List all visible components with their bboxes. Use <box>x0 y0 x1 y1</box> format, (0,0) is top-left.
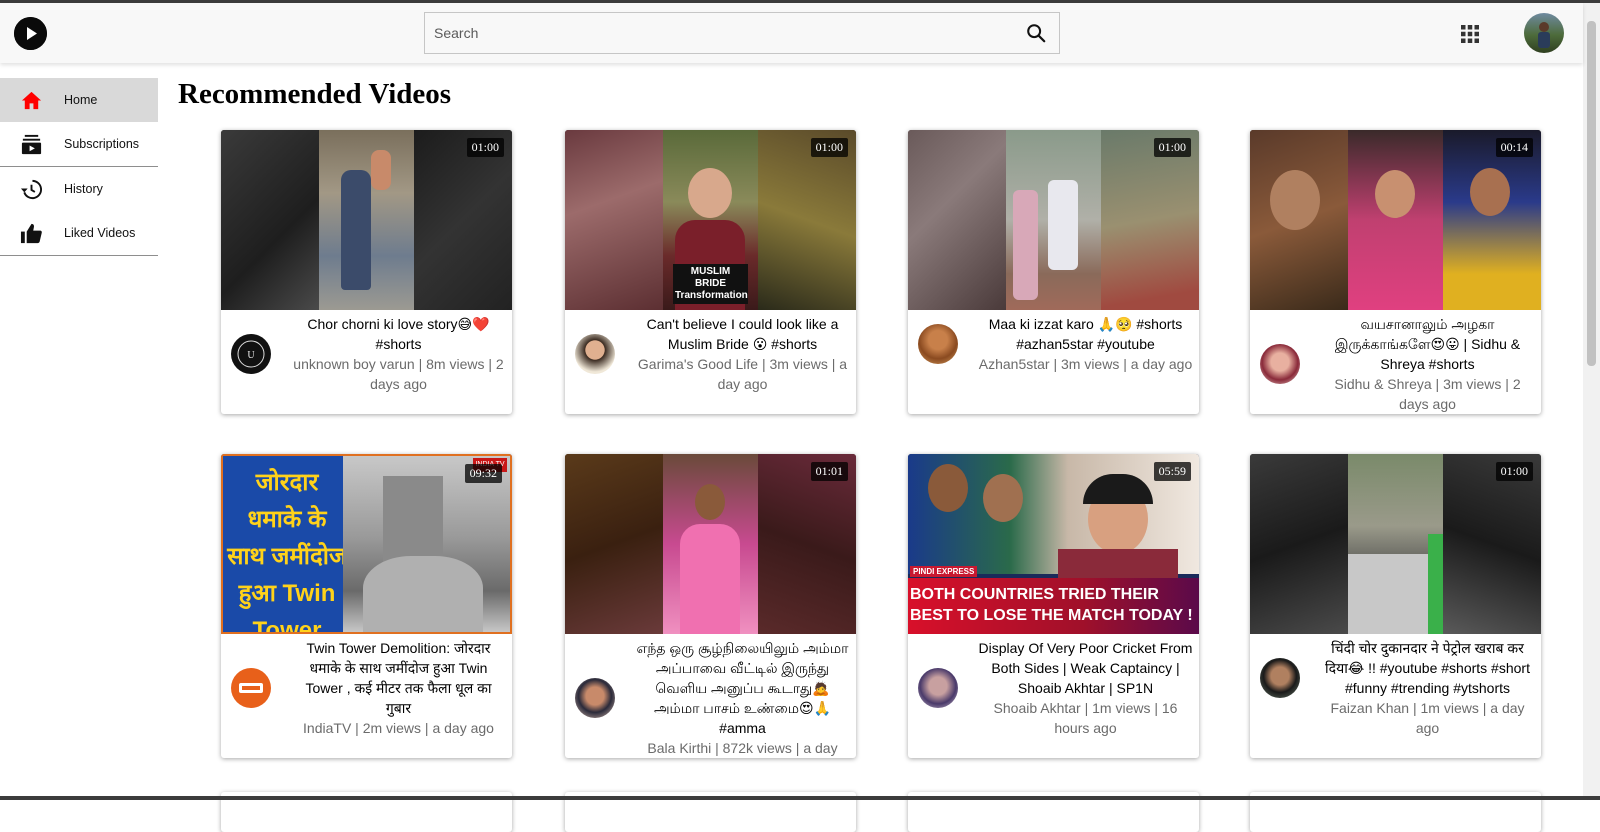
video-meta: Faizan Khan | 1m views | a day ago <box>1330 700 1525 736</box>
video-card[interactable]: जोरदार धमाके के साथ जमींदोज हुआ Twin Tow… <box>221 454 512 758</box>
sidebar-item-label: Subscriptions <box>64 137 140 151</box>
channel-avatar[interactable] <box>1260 658 1300 698</box>
video-thumbnail[interactable]: 01:00 <box>908 130 1199 310</box>
sidebar-item-home[interactable]: Home <box>0 78 158 122</box>
video-info: Maa ki izzat karo 🙏🥺 #shorts #azhan5star… <box>908 310 1199 384</box>
channel-logo-icon: U <box>237 340 265 368</box>
channel-avatar[interactable] <box>575 334 615 374</box>
video-meta: IndiaTV | 2m views | a day ago <box>303 720 494 736</box>
thumbs-up-icon <box>20 223 42 244</box>
video-info: चिंदी चोर दुकानदार ने पेट्रोल खराब कर दि… <box>1250 634 1541 748</box>
thumbnail-overlay-text: MUSLIM BRIDE Transformation <box>673 264 748 304</box>
search-input[interactable] <box>425 13 1005 53</box>
video-meta: Garima's Good Life | 3m views | a day ag… <box>637 356 848 392</box>
video-duration: 09:32 <box>464 464 502 483</box>
video-thumbnail[interactable]: 01:00 <box>1250 454 1541 634</box>
sidebar-item-label: Liked Videos <box>64 226 136 240</box>
svg-text:U: U <box>247 350 255 361</box>
thumbnail-overlay-tag: PINDI EXPRESS <box>910 566 978 577</box>
video-duration: 01:01 <box>810 462 848 481</box>
video-card[interactable]: 00:14 வயசானாலும் அழகா இருக்காங்களே😍😛 | S… <box>1250 130 1541 414</box>
video-thumbnail[interactable]: 01:01 <box>565 454 856 634</box>
history-icon <box>20 179 43 200</box>
home-icon <box>21 91 42 110</box>
thumbnail-overlay-text: जोरदार धमाके के साथ जमींदोज हुआ Twin Tow… <box>227 469 347 634</box>
video-title[interactable]: Chor chorni ki love story😅❤️ #shorts <box>291 314 506 354</box>
video-thumbnail[interactable]: 00:14 <box>1250 130 1541 310</box>
video-title[interactable]: Display Of Very Poor Cricket From Both S… <box>978 638 1193 698</box>
video-title[interactable]: எந்த ஒரு சூழ்நிலையிலும் அம்மா அப்பாவை வீ… <box>635 638 850 738</box>
video-title[interactable]: வயசானாலும் அழகா இருக்காங்களே😍😛 | Sidhu &… <box>1320 314 1535 374</box>
video-meta: Bala Kirthi | 872k views | a day ago <box>647 740 838 756</box>
channel-avatar[interactable] <box>575 678 615 718</box>
window-bottom-border <box>0 796 1600 800</box>
search-box <box>424 12 1060 54</box>
video-title[interactable]: Can't believe I could look like a Muslim… <box>635 314 850 354</box>
scrollbar-thumb[interactable] <box>1587 21 1596 366</box>
video-title[interactable]: Maa ki izzat karo 🙏🥺 #shorts #azhan5star… <box>978 314 1193 354</box>
video-card[interactable]: 01:00 U Chor chorni ki love story😅❤️ #sh… <box>221 130 512 414</box>
video-card[interactable]: 01:00 चिंदी चोर दुकानदार ने पेट्रोल खराब… <box>1250 454 1541 758</box>
video-title[interactable]: Twin Tower Demolition: जोरदार धमाके के स… <box>291 638 506 718</box>
channel-avatar[interactable] <box>918 668 958 708</box>
video-thumbnail[interactable]: PINDI EXPRESS BOTH COUNTRIES TRIED THEIR… <box>908 454 1199 634</box>
app-logo[interactable] <box>14 17 47 50</box>
video-title[interactable]: चिंदी चोर दुकानदार ने पेट्रोल खराब कर दि… <box>1320 638 1535 698</box>
page-scrollbar[interactable] <box>1583 3 1600 796</box>
video-card[interactable]: 01:00 Maa ki izzat karo 🙏🥺 #shorts #azha… <box>908 130 1199 414</box>
video-meta: Sidhu & Shreya | 3m views | 2 days ago <box>1334 376 1521 412</box>
video-duration: 01:00 <box>810 138 848 157</box>
channel-avatar[interactable] <box>1260 344 1300 384</box>
video-thumbnail[interactable]: 01:00 <box>221 130 512 310</box>
search-icon[interactable] <box>1025 22 1047 44</box>
sidebar-item-label: Home <box>64 93 98 107</box>
top-header <box>0 3 1583 63</box>
thumbnail-overlay-text: BOTH COUNTRIES TRIED THEIR BEST TO LOSE … <box>910 586 1193 624</box>
sidebar-divider <box>0 255 158 256</box>
video-thumbnail[interactable]: जोरदार धमाके के साथ जमींदोज हुआ Twin Tow… <box>221 454 512 634</box>
sidebar: Home Subscriptions History Liked Videos <box>0 78 158 256</box>
user-silhouette-icon <box>1538 22 1550 48</box>
subscriptions-icon <box>21 134 42 155</box>
video-duration: 05:59 <box>1153 462 1191 481</box>
channel-avatar[interactable] <box>231 668 271 708</box>
sidebar-item-liked-videos[interactable]: Liked Videos <box>0 211 158 255</box>
video-info: U Chor chorni ki love story😅❤️ #shorts u… <box>221 310 512 404</box>
video-info: Display Of Very Poor Cricket From Both S… <box>908 634 1199 748</box>
video-meta: Shoaib Akhtar | 1m views | 16 hours ago <box>993 700 1178 736</box>
video-info: Twin Tower Demolition: जोरदार धमाके के स… <box>221 634 512 748</box>
video-info: எந்த ஒரு சூழ்நிலையிலும் அம்மா அப்பாவை வீ… <box>565 634 856 758</box>
apps-grid-icon[interactable] <box>1461 25 1479 43</box>
video-info: வயசானாலும் அழகா இருக்காங்களே😍😛 | Sidhu &… <box>1250 310 1541 414</box>
user-avatar[interactable] <box>1524 13 1564 53</box>
video-thumbnail[interactable]: MUSLIM BRIDE Transformation 01:00 <box>565 130 856 310</box>
sidebar-item-history[interactable]: History <box>0 167 158 211</box>
page-title: Recommended Videos <box>178 78 452 110</box>
video-meta: Azhan5star | 3m views | a day ago <box>978 356 1193 372</box>
video-meta: unknown boy varun | 8m views | 2 days ag… <box>293 356 504 392</box>
channel-logo-icon <box>239 683 263 693</box>
video-card[interactable]: 01:01 எந்த ஒரு சூழ்நிலையிலும் அம்மா அப்ப… <box>565 454 856 758</box>
video-duration: 01:00 <box>466 138 504 157</box>
video-duration: 01:00 <box>1495 462 1533 481</box>
video-duration: 00:14 <box>1495 138 1533 157</box>
channel-avatar[interactable]: U <box>231 334 271 374</box>
channel-avatar[interactable] <box>918 324 958 364</box>
video-card[interactable]: MUSLIM BRIDE Transformation 01:00 Can't … <box>565 130 856 414</box>
video-duration: 01:00 <box>1153 138 1191 157</box>
play-logo-icon <box>14 17 47 50</box>
sidebar-item-subscriptions[interactable]: Subscriptions <box>0 122 158 166</box>
sidebar-item-label: History <box>64 182 103 196</box>
video-info: Can't believe I could look like a Muslim… <box>565 310 856 404</box>
video-card[interactable]: PINDI EXPRESS BOTH COUNTRIES TRIED THEIR… <box>908 454 1199 758</box>
